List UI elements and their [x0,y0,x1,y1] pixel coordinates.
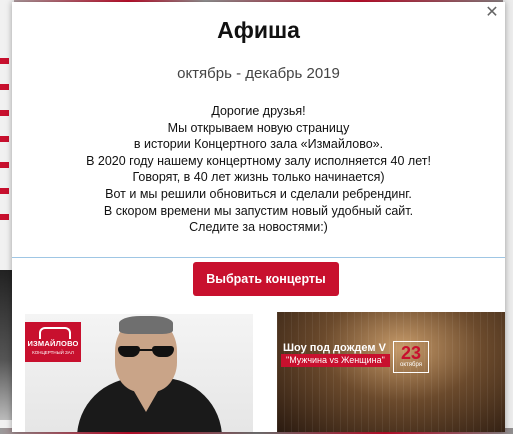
izmailovo-logo: ИЗМАЙЛОВО КОНЦЕРТНЫЙ ЗАЛ [25,322,81,362]
background-tag [0,162,9,168]
date-day: 23 [400,343,422,363]
message-line: В 2020 году нашему концертному залу испо… [86,153,431,168]
message-line: Вот и мы решили обновиться и сделали реб… [105,186,412,201]
message-line: в истории Концертного зала «Измайлово». [133,137,384,152]
logo-subtitle: КОНЦЕРТНЫЙ ЗАЛ [32,350,74,355]
afisha-modal: ✕ Афиша октябрь - декабрь 2019 Дорогие д… [12,2,505,432]
message-line: Следите за новостями:) [189,220,328,235]
show-subtitle: "Мужчина vs Женщина" [281,354,390,367]
message-line: Дорогие друзья! [211,104,306,118]
modal-message: Дорогие друзья! Мы открываем новую стран… [12,103,505,236]
background-tag [0,188,9,194]
logo-name: ИЗМАЙЛОВО [27,339,79,348]
show-title: Шоу под дождем V [283,342,386,354]
message-line: Говорят, в 40 лет жизнь только начинаетс… [132,170,385,185]
date-month: октября [400,362,422,368]
background-tag [0,84,9,90]
modal-period: октябрь - декабрь 2019 [177,65,340,82]
divider [12,257,505,258]
concert-card-show[interactable]: Шоу под дождем V "Мужчина vs Женщина" 23… [277,312,505,432]
background-tag [0,136,9,142]
modal-title: Афиша [217,17,300,43]
logo-arch-icon [39,327,71,339]
concert-card-izmailovo[interactable]: ИЗМАЙЛОВО КОНЦЕРТНЫЙ ЗАЛ [25,314,253,432]
background-tag [0,214,9,220]
sunglasses-icon [118,346,174,358]
person-hair [119,316,173,334]
message-line: В скором времени мы запустим новый удобн… [103,203,414,218]
date-badge: 23 октября [393,341,429,373]
message-line: Мы открываем новую страницу [167,120,350,135]
background-tag [0,110,9,116]
rain-texture [277,312,505,432]
background-tag [0,58,9,64]
select-concerts-button[interactable]: Выбрать концерты [193,262,339,296]
